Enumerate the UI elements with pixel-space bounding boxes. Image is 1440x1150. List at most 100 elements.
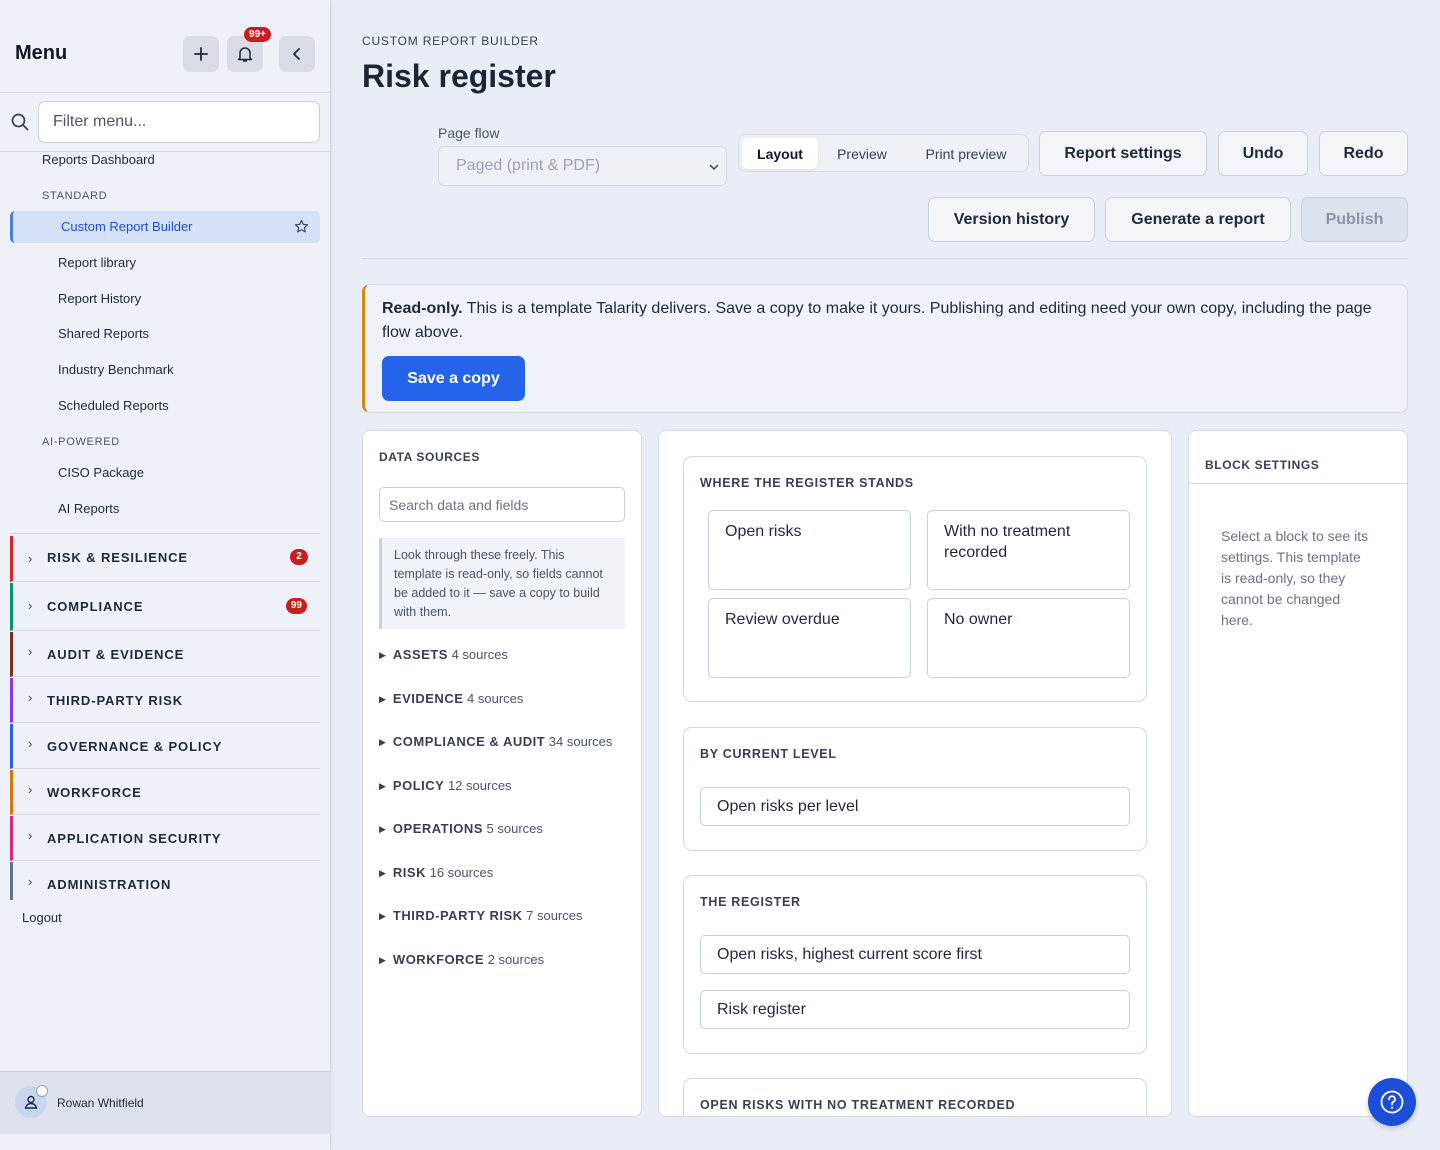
version-history-button[interactable]: Version history bbox=[928, 197, 1095, 242]
page-flow-select[interactable]: Paged (print & PDF) bbox=[438, 146, 727, 186]
category-label: APPLICATION SECURITY bbox=[47, 831, 222, 846]
source-group-operations[interactable]: ▶ OPERATIONS 5 sources bbox=[379, 821, 543, 836]
notice-text: Read-only. This is a template Talarity d… bbox=[382, 297, 1382, 345]
nav-item-label: Custom Report Builder bbox=[61, 219, 193, 234]
category-label: THIRD-PARTY RISK bbox=[47, 693, 183, 708]
nav-industry-benchmark[interactable]: Industry Benchmark bbox=[58, 362, 174, 377]
nav-category-audit-evidence[interactable]: › AUDIT & EVIDENCE bbox=[10, 632, 320, 677]
section-by-current-level[interactable]: BY CURRENT LEVEL Open risks per level bbox=[683, 727, 1147, 851]
block-open-risks[interactable]: Open risks bbox=[708, 510, 911, 590]
source-name: THIRD-PARTY RISK bbox=[392, 908, 523, 923]
source-group-third-party-risk[interactable]: ▶ THIRD-PARTY RISK 7 sources bbox=[379, 908, 583, 923]
panel-title: BLOCK SETTINGS bbox=[1205, 458, 1320, 472]
sidebar-header: Menu 99+ bbox=[0, 0, 330, 93]
add-button[interactable] bbox=[183, 36, 219, 72]
nav-shared-reports[interactable]: Shared Reports bbox=[58, 326, 149, 341]
nav-report-history[interactable]: Report History bbox=[58, 291, 141, 306]
source-name: OPERATIONS bbox=[392, 821, 483, 836]
section-title: BY CURRENT LEVEL bbox=[700, 747, 837, 761]
block-risk-register[interactable]: Risk register bbox=[700, 990, 1130, 1029]
nav-category-workforce[interactable]: › WORKFORCE bbox=[10, 770, 320, 815]
generate-report-button[interactable]: Generate a report bbox=[1105, 197, 1291, 242]
undo-button[interactable]: Undo bbox=[1218, 131, 1308, 176]
nav-category-governance-policy[interactable]: › GOVERNANCE & POLICY bbox=[10, 724, 320, 769]
source-count: 7 sources bbox=[526, 908, 583, 923]
chevron-right-icon: › bbox=[28, 690, 33, 705]
nav-reports-dashboard[interactable]: Reports Dashboard bbox=[42, 152, 155, 167]
source-count: 34 sources bbox=[548, 734, 613, 749]
nav-ciso-package[interactable]: CISO Package bbox=[58, 465, 144, 480]
nav-category-compliance[interactable]: › COMPLIANCE 99 bbox=[10, 583, 320, 631]
category-label: COMPLIANCE bbox=[47, 599, 144, 614]
source-group-compliance-audit[interactable]: ▶ COMPLIANCE & AUDIT 34 sources bbox=[379, 734, 612, 749]
block-open-risks-highest-score[interactable]: Open risks, highest current score first bbox=[700, 935, 1130, 974]
category-badge: 2 bbox=[290, 549, 308, 565]
nav-custom-report-builder[interactable]: Custom Report Builder bbox=[10, 211, 320, 243]
user-profile[interactable]: Rowan Whitfield bbox=[0, 1071, 331, 1134]
nav-category-third-party-risk[interactable]: › THIRD-PARTY RISK bbox=[10, 678, 320, 723]
help-icon bbox=[1380, 1090, 1404, 1114]
nav-section-standard: STANDARD bbox=[42, 190, 108, 202]
caret-right-icon: ▶ bbox=[379, 955, 386, 965]
block-review-overdue[interactable]: Review overdue bbox=[708, 598, 911, 678]
block-no-owner[interactable]: No owner bbox=[927, 598, 1130, 678]
save-a-copy-button[interactable]: Save a copy bbox=[382, 356, 525, 401]
filter-bar bbox=[0, 94, 331, 152]
caret-right-icon: ▶ bbox=[379, 781, 386, 791]
source-group-assets[interactable]: ▶ ASSETS 4 sources bbox=[379, 647, 508, 662]
source-name: COMPLIANCE & AUDIT bbox=[392, 734, 546, 749]
gear-icon bbox=[36, 1085, 48, 1097]
notification-badge: 99+ bbox=[244, 27, 271, 42]
nav-ai-reports[interactable]: AI Reports bbox=[58, 501, 119, 516]
search-icon bbox=[11, 113, 29, 131]
tab-preview[interactable]: Preview bbox=[823, 138, 901, 169]
filter-menu-input[interactable] bbox=[38, 101, 320, 143]
source-group-risk[interactable]: ▶ RISK 16 sources bbox=[379, 865, 493, 880]
category-badge: 99 bbox=[285, 598, 307, 614]
source-count: 4 sources bbox=[467, 691, 524, 706]
tab-layout[interactable]: Layout bbox=[742, 138, 818, 169]
block-settings-panel: BLOCK SETTINGS Select a block to see its… bbox=[1188, 430, 1408, 1117]
section-the-register[interactable]: THE REGISTER Open risks, highest current… bbox=[683, 875, 1147, 1054]
section-where-register-stands[interactable]: WHERE THE REGISTER STANDS Open risks Wit… bbox=[683, 456, 1147, 702]
read-only-notice: Read-only. This is a template Talarity d… bbox=[362, 284, 1408, 413]
nav-category-risk-resilience[interactable]: › RISK & RESILIENCE 2 bbox=[10, 536, 320, 582]
nav-category-administration[interactable]: › ADMINISTRATION bbox=[10, 862, 320, 900]
source-count: 12 sources bbox=[447, 778, 512, 793]
source-count: 5 sources bbox=[486, 821, 543, 836]
section-title: WHERE THE REGISTER STANDS bbox=[700, 476, 914, 490]
caret-right-icon: ▶ bbox=[379, 911, 386, 921]
help-button[interactable] bbox=[1368, 1078, 1416, 1126]
nav-report-library[interactable]: Report library bbox=[58, 255, 136, 270]
source-count: 16 sources bbox=[429, 865, 494, 880]
redo-button[interactable]: Redo bbox=[1319, 131, 1408, 176]
panel-title: DATA SOURCES bbox=[379, 450, 480, 464]
menu-title: Menu bbox=[15, 42, 68, 64]
block-no-treatment[interactable]: With no treatment recorded bbox=[927, 510, 1130, 590]
search-data-input[interactable] bbox=[379, 487, 625, 522]
logout-link[interactable]: Logout bbox=[22, 910, 62, 925]
caret-right-icon: ▶ bbox=[379, 694, 386, 704]
source-group-policy[interactable]: ▶ POLICY 12 sources bbox=[379, 778, 512, 793]
chevron-right-icon: › bbox=[28, 551, 33, 566]
nav-section-ai-powered: AI-POWERED bbox=[42, 436, 120, 448]
notifications-button[interactable]: 99+ bbox=[227, 27, 271, 72]
source-name: EVIDENCE bbox=[392, 691, 464, 706]
star-icon[interactable] bbox=[294, 219, 309, 234]
publish-button[interactable]: Publish bbox=[1301, 197, 1408, 242]
category-label: GOVERNANCE & POLICY bbox=[47, 739, 223, 754]
tab-print-preview[interactable]: Print preview bbox=[907, 138, 1025, 169]
source-name: POLICY bbox=[392, 778, 445, 793]
report-settings-button[interactable]: Report settings bbox=[1039, 131, 1207, 176]
divider bbox=[1189, 483, 1407, 484]
chevron-left-icon bbox=[293, 48, 300, 60]
nav-category-application-security[interactable]: › APPLICATION SECURITY bbox=[10, 816, 320, 861]
source-group-workforce[interactable]: ▶ WORKFORCE 2 sources bbox=[379, 952, 544, 967]
nav-scheduled-reports[interactable]: Scheduled Reports bbox=[58, 398, 169, 413]
section-open-risks-no-treatment[interactable]: OPEN RISKS WITH NO TREATMENT RECORDED bbox=[683, 1078, 1147, 1116]
caret-right-icon: ▶ bbox=[379, 650, 386, 660]
source-group-evidence[interactable]: ▶ EVIDENCE 4 sources bbox=[379, 691, 523, 706]
collapse-sidebar-button[interactable] bbox=[279, 36, 315, 72]
block-open-risks-per-level[interactable]: Open risks per level bbox=[700, 787, 1130, 826]
chevron-right-icon: › bbox=[28, 644, 33, 659]
